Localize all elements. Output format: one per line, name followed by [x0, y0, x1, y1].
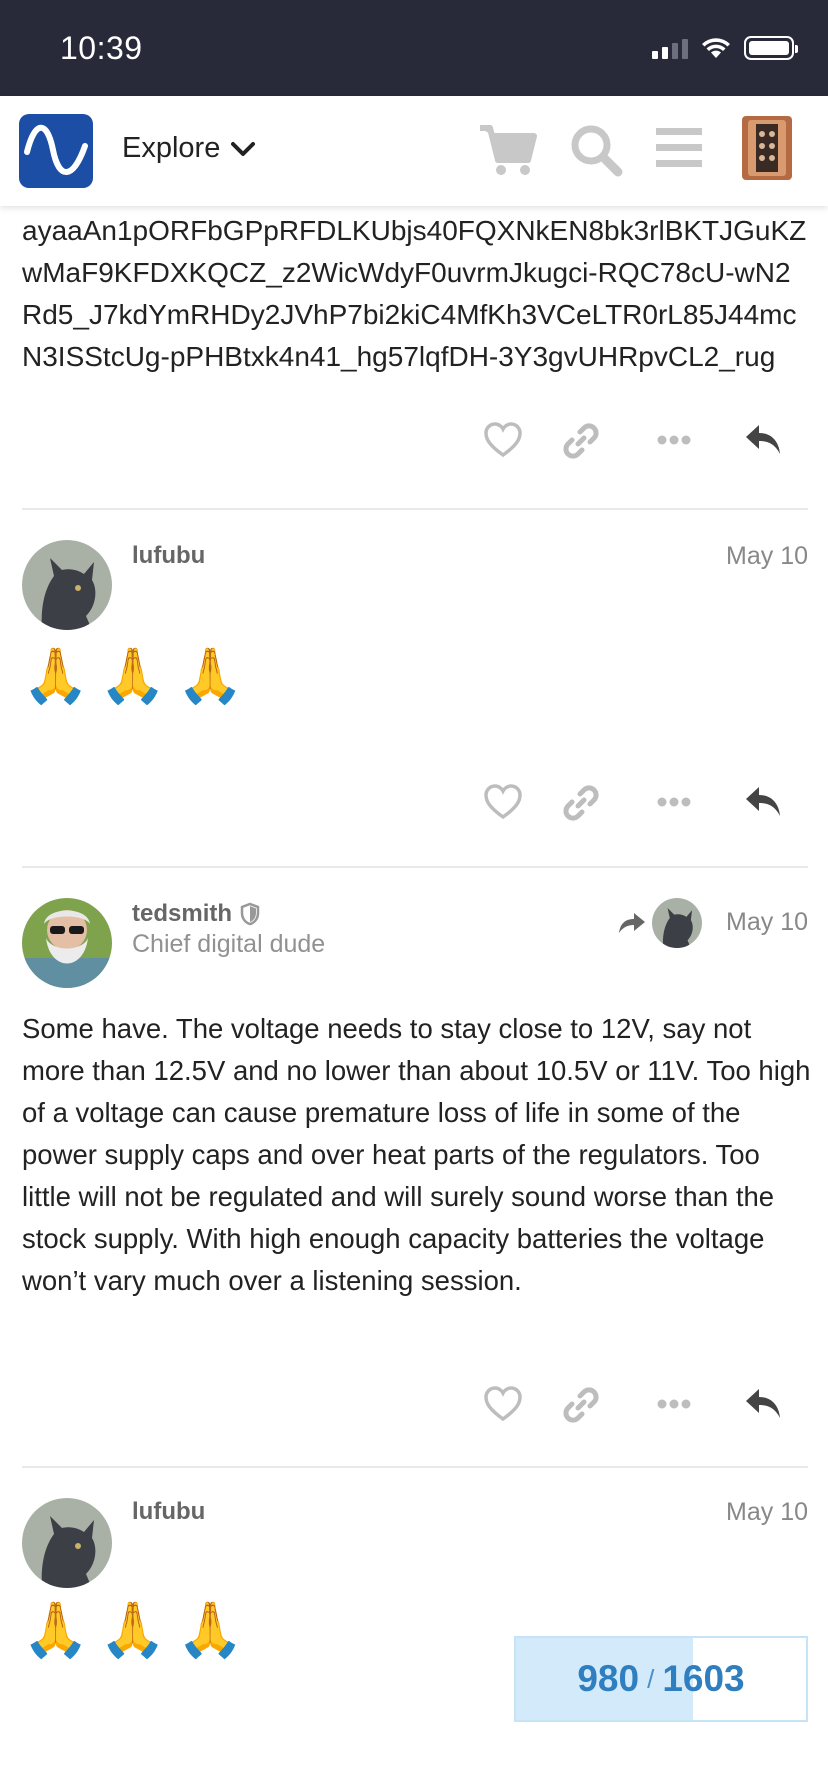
status-time: 10:39 [60, 30, 143, 66]
emoji-row: 🙏 🙏 🙏 [22, 1598, 244, 1662]
reply-to-indicator[interactable] [618, 898, 702, 948]
post-actions [22, 772, 808, 832]
post-body: Some have. The voltage needs to stay clo… [22, 1013, 811, 1296]
link-icon[interactable] [562, 784, 600, 822]
like-heart-icon[interactable] [484, 784, 522, 820]
reply-icon[interactable] [744, 784, 782, 820]
post-date[interactable]: May 10 [726, 908, 808, 937]
more-options-icon[interactable] [656, 796, 692, 808]
moderator-shield-icon [240, 902, 260, 926]
pray-emoji: 🙏 [99, 1600, 167, 1660]
pray-emoji: 🙏 [176, 1600, 244, 1660]
topic-progress-label: 980 / 1603 [516, 1638, 806, 1720]
progress-separator: / [647, 1663, 655, 1694]
username[interactable]: lufubu [132, 542, 205, 570]
emoji-row: 🙏 🙏 🙏 [22, 644, 244, 708]
cellular-signal-icon [652, 37, 688, 59]
username-text: tedsmith [132, 900, 233, 927]
reply-icon[interactable] [744, 422, 782, 458]
post-body: ayaaAn1pORFbGPpRFDLKUbjs40FQXNkEN8bk3rlB… [22, 215, 807, 372]
avatar[interactable] [22, 540, 112, 630]
more-options-icon[interactable] [656, 1398, 692, 1410]
pray-emoji: 🙏 [99, 646, 167, 706]
cart-icon[interactable] [478, 122, 538, 178]
pray-emoji: 🙏 [176, 646, 244, 706]
chevron-down-icon [231, 141, 256, 156]
username[interactable]: lufubu [132, 1498, 205, 1526]
post: lufubu May 10 🙏 🙏 🙏 [22, 510, 808, 866]
like-heart-icon[interactable] [484, 422, 522, 458]
link-icon[interactable] [562, 422, 600, 460]
progress-current: 980 [577, 1658, 640, 1699]
status-bar: 10:39 [0, 0, 828, 96]
post-date[interactable]: May 10 [726, 542, 808, 571]
explore-dropdown[interactable]: Explore [122, 132, 256, 165]
like-heart-icon[interactable] [484, 1386, 522, 1422]
hamburger-menu-icon[interactable] [654, 122, 704, 174]
explore-label: Explore [122, 132, 221, 164]
progress-total: 1603 [662, 1658, 745, 1699]
topic-progress[interactable]: 980 / 1603 [514, 1636, 808, 1722]
search-icon[interactable] [568, 122, 624, 178]
post-date[interactable]: May 10 [726, 1498, 808, 1527]
avatar[interactable] [22, 1498, 112, 1588]
reply-icon[interactable] [744, 1386, 782, 1422]
post: tedsmith Chief digital dude May 10 Some … [22, 868, 810, 1466]
pray-emoji: 🙏 [22, 1600, 90, 1660]
more-options-icon[interactable] [656, 434, 692, 446]
wifi-icon [702, 38, 730, 58]
topic-stream: ayaaAn1pORFbGPpRFDLKUbjs40FQXNkEN8bk3rlB… [22, 206, 810, 1708]
status-icons [652, 36, 798, 60]
user-avatar[interactable] [738, 114, 796, 182]
battery-icon [744, 36, 798, 60]
avatar[interactable] [22, 898, 112, 988]
site-logo[interactable] [19, 114, 93, 188]
reply-arrow-icon [619, 913, 645, 933]
link-icon[interactable] [562, 1386, 600, 1424]
post-actions [22, 1374, 808, 1434]
reply-to-avatar [652, 898, 702, 948]
site-header: Explore [0, 96, 828, 206]
username[interactable]: tedsmith [132, 900, 260, 928]
post-actions [22, 410, 808, 470]
user-title: Chief digital dude [132, 930, 326, 958]
pray-emoji: 🙏 [22, 646, 90, 706]
